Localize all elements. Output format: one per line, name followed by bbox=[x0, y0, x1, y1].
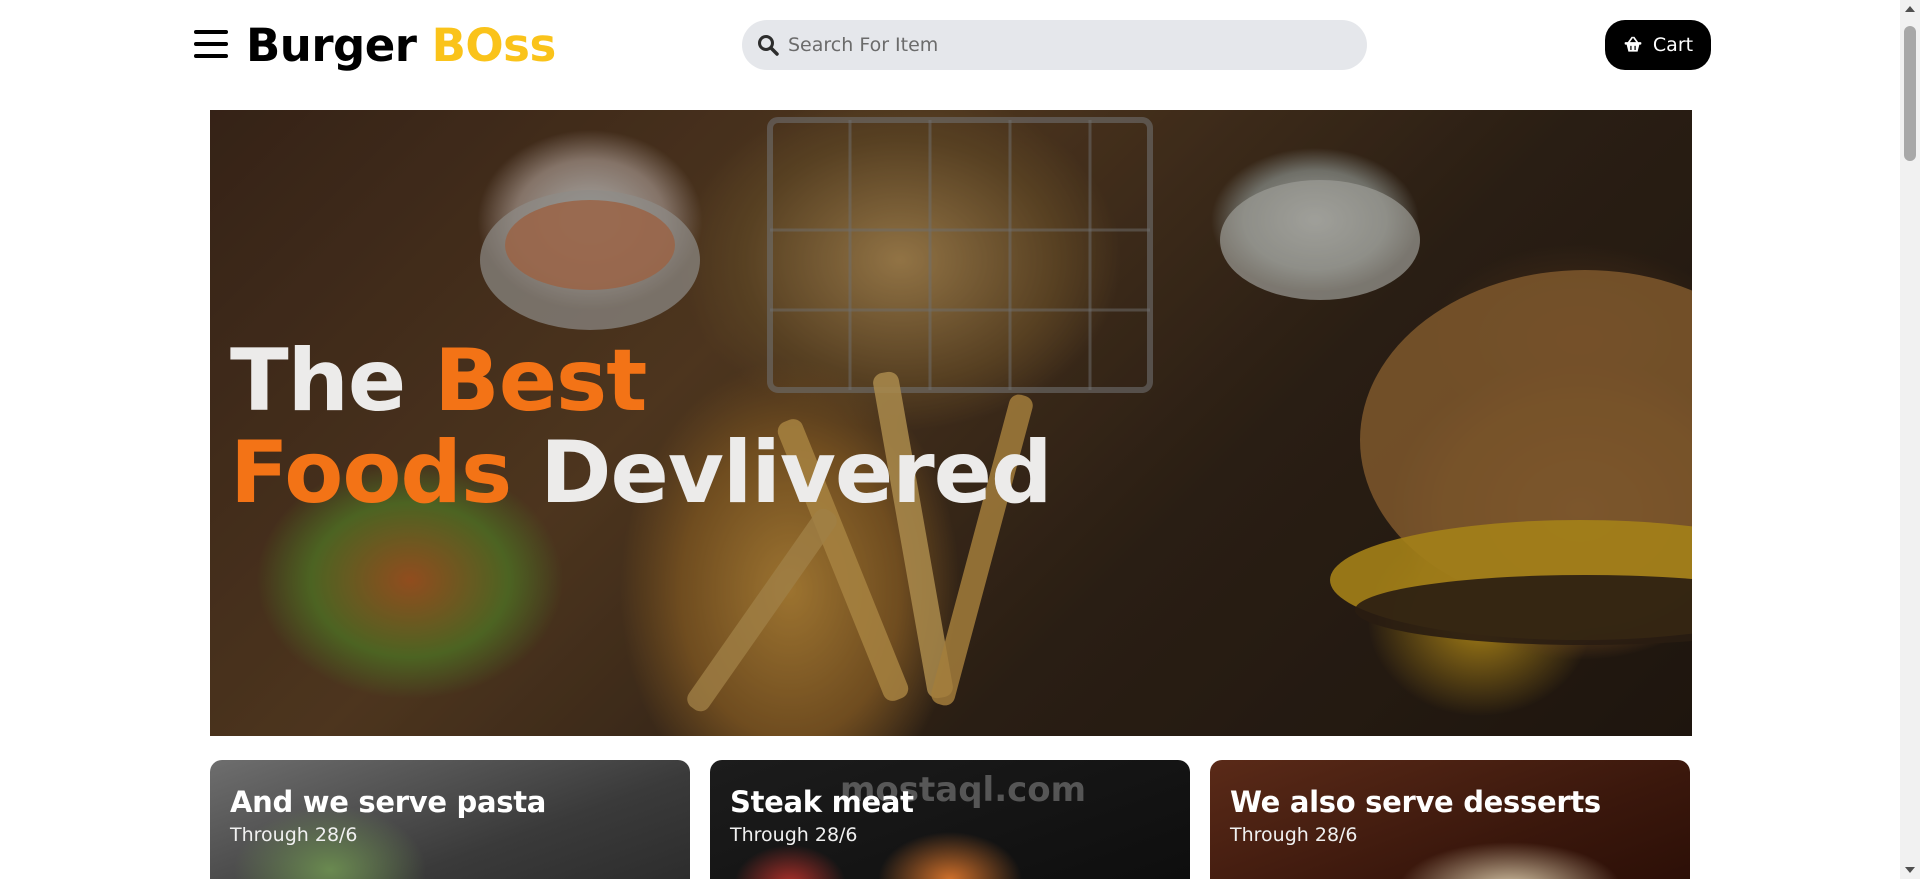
brand-logo[interactable]: Burger BOss bbox=[246, 20, 556, 72]
promo-card-title: We also serve desserts bbox=[1230, 785, 1601, 819]
scroll-up-arrow-icon[interactable] bbox=[1905, 6, 1915, 12]
site-header: Burger BOss Cart bbox=[0, 0, 1900, 92]
hero-headline-line-1: The Best bbox=[230, 335, 1052, 427]
hamburger-menu-icon[interactable] bbox=[192, 26, 230, 62]
hero-banner: The Best Foods Devlivered bbox=[210, 110, 1692, 736]
promo-card-title: And we serve pasta bbox=[230, 785, 547, 819]
menu-bar bbox=[194, 42, 228, 46]
promo-card-desserts[interactable]: We also serve desserts Through 28/6 bbox=[1210, 760, 1690, 879]
hero-headline-line-2: Foods Devlivered bbox=[230, 427, 1053, 519]
basket-icon bbox=[1624, 36, 1642, 52]
promo-card-subtitle: Through 28/6 bbox=[730, 824, 858, 846]
hero-headline: The Best Foods Devlivered bbox=[230, 335, 1053, 519]
scroll-down-arrow-icon[interactable] bbox=[1905, 867, 1915, 873]
menu-bar bbox=[194, 54, 228, 58]
promo-card-title: Steak meat bbox=[730, 785, 914, 819]
brand-name-accent: BOss bbox=[431, 19, 557, 72]
hero-word-accent: Best bbox=[434, 331, 647, 431]
promo-card-pasta[interactable]: And we serve pasta Through 28/6 bbox=[210, 760, 690, 879]
cart-label: Cart bbox=[1652, 34, 1694, 56]
hero-word: The bbox=[230, 331, 406, 431]
page-scrollbar[interactable] bbox=[1900, 0, 1920, 879]
search-bar bbox=[742, 20, 1367, 70]
hero-word-accent: Foods bbox=[230, 423, 512, 523]
menu-bar bbox=[194, 30, 228, 34]
brand-name-primary: Burger bbox=[246, 19, 417, 72]
promo-card-steak[interactable]: Steak meat Through 28/6 bbox=[710, 760, 1190, 879]
hero-word: Devlivered bbox=[540, 423, 1052, 523]
promo-card-subtitle: Through 28/6 bbox=[230, 824, 358, 846]
search-input[interactable] bbox=[788, 20, 1348, 70]
search-icon bbox=[758, 35, 779, 56]
cart-button[interactable]: Cart bbox=[1605, 20, 1711, 70]
scrollbar-thumb[interactable] bbox=[1904, 26, 1916, 161]
promo-card-subtitle: Through 28/6 bbox=[1230, 824, 1358, 846]
